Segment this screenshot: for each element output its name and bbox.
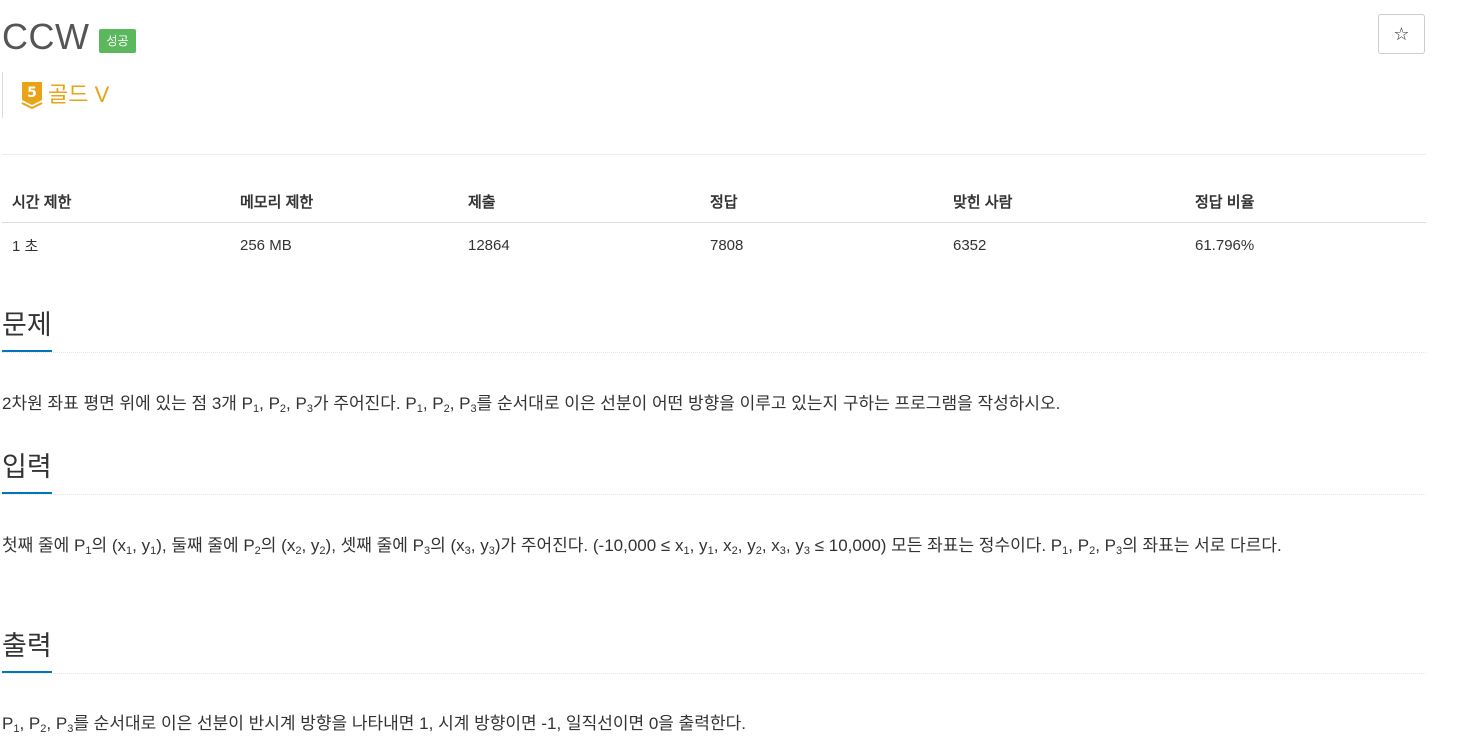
problem-text: 2차원 좌표 평면 위에 있는 점 3개 P1, P2, P3가 주어진다. P…	[2, 394, 1061, 415]
value-accepted: 7808	[710, 236, 744, 254]
problem-page: CCW 성공 ☆ 5 골드 V 시간 제한 메모리 제한 제출 정답 맞힌 사람…	[0, 0, 1457, 741]
problem-title: CCW	[2, 16, 90, 57]
star-button[interactable]: ☆	[1378, 14, 1425, 54]
tier-number: 5	[27, 85, 37, 101]
output-text: P1, P2, P3를 순서대로 이은 선분이 반시계 방향을 나타내면 1, …	[2, 714, 746, 735]
header-submissions: 제출	[458, 180, 700, 223]
input-section-heading: 입력	[2, 450, 1426, 495]
header-accepted: 정답	[700, 180, 943, 223]
tier-badge-icon: 5	[21, 82, 43, 109]
problem-heading: 문제	[2, 308, 52, 352]
input-text: 첫째 줄에 P1의 (x1, y1), 둘째 줄에 P2의 (x2, y2), …	[2, 536, 1282, 557]
header-accept-ratio: 정답 비율	[1185, 180, 1426, 223]
output-description: P1, P2, P3를 순서대로 이은 선분이 반시계 방향을 나타내면 1, …	[2, 706, 1430, 741]
star-icon: ☆	[1393, 23, 1410, 44]
status-badge: 성공	[99, 29, 136, 53]
header-memory-limit: 메모리 제한	[230, 180, 458, 223]
output-section-heading: 출력	[2, 629, 1426, 674]
value-memory-limit: 256 MB	[240, 236, 292, 254]
header-time-limit: 시간 제한	[2, 180, 230, 223]
header-solved-users: 맞힌 사람	[943, 180, 1185, 223]
tier-label: 골드 V	[48, 82, 110, 107]
tier-indicator: 5 골드 V	[2, 72, 109, 118]
problem-description: 2차원 좌표 평면 위에 있는 점 3개 P1, P2, P3가 주어진다. P…	[2, 386, 1430, 421]
value-solved-users: 6352	[953, 236, 987, 254]
table-header-row: 시간 제한 메모리 제한 제출 정답 맞힌 사람 정답 비율	[2, 180, 1426, 223]
output-heading: 출력	[2, 629, 52, 673]
value-time-limit: 1 초	[12, 237, 39, 255]
table-row: 1 초 256 MB 12864 7808 6352 61.796%	[2, 223, 1426, 268]
problem-info-table: 시간 제한 메모리 제한 제출 정답 맞힌 사람 정답 비율 1 초 256 M…	[2, 180, 1426, 267]
input-description: 첫째 줄에 P1의 (x1, y1), 둘째 줄에 P2의 (x2, y2), …	[2, 528, 1430, 563]
divider	[2, 154, 1426, 155]
title-row: CCW 성공	[2, 14, 136, 60]
value-accept-ratio: 61.796%	[1195, 236, 1255, 254]
value-submissions: 12864	[468, 236, 510, 254]
input-heading: 입력	[2, 450, 52, 494]
problem-section-heading: 문제	[2, 308, 1426, 353]
